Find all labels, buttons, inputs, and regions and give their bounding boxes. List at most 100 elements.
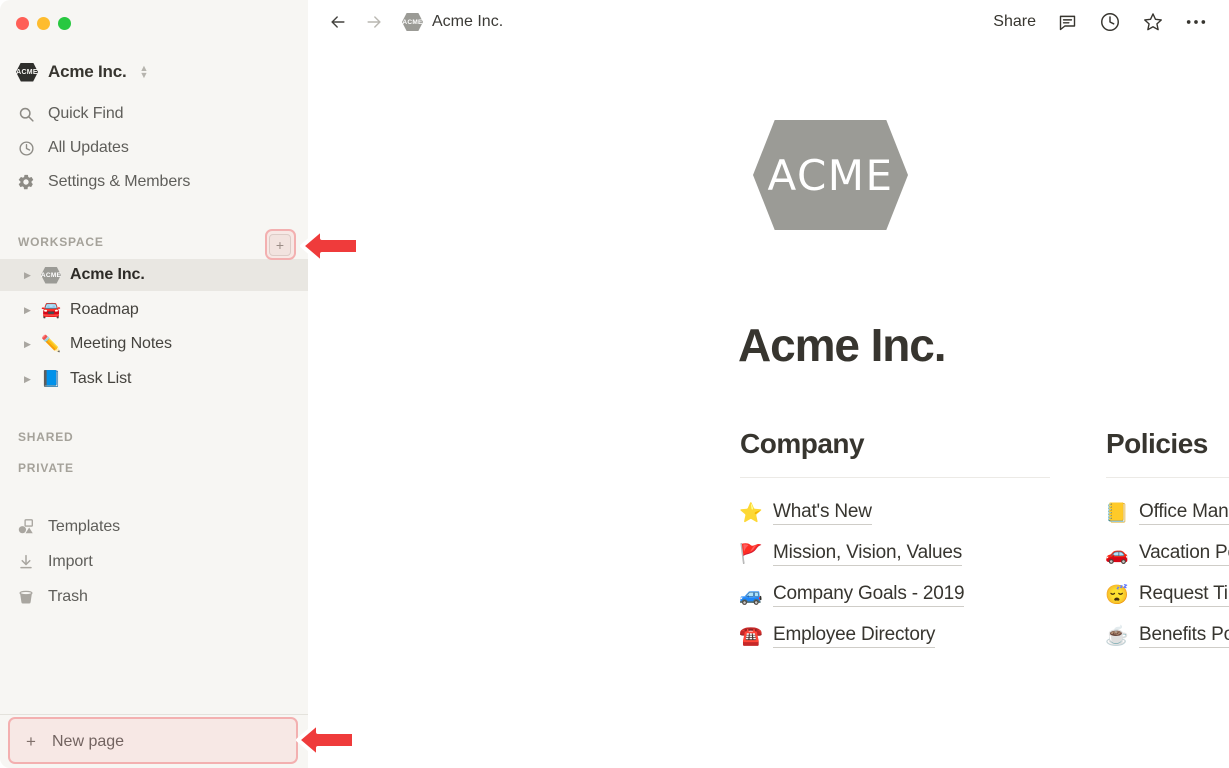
page-emoji-icon: 🚗 [1105, 543, 1129, 565]
section-heading-private: PRIVATE [18, 461, 74, 475]
breadcrumb[interactable]: ACME Acme Inc. [402, 13, 503, 31]
acme-logo-icon: ACME [16, 62, 38, 82]
sidebar-item-acme-inc[interactable]: ▶ ACME Acme Inc. [0, 259, 308, 291]
page-link[interactable]: Request Time Off [1139, 583, 1229, 607]
sidebar-item-settings-members[interactable]: Settings & Members [16, 167, 292, 197]
sidebar-item-all-updates[interactable]: All Updates [16, 133, 292, 163]
page-title: Acme Inc. [738, 319, 947, 371]
page-emoji-icon: 🚙 [739, 584, 763, 606]
sidebar-item-label: Settings & Members [48, 173, 191, 190]
more-options-icon[interactable] [1185, 18, 1207, 26]
acme-logo-text: ACME [767, 150, 894, 200]
sidebar-item-roadmap[interactable]: ▶ 🚘 Roadmap [0, 294, 308, 326]
section-heading-shared: SHARED [18, 430, 74, 444]
sidebar-item-task-list[interactable]: ▶ 📘 Task List [0, 363, 308, 395]
templates-icon [16, 517, 36, 537]
breadcrumb-title: Acme Inc. [432, 13, 504, 30]
page-link[interactable]: Benefits Policies [1139, 624, 1229, 648]
plus-icon: + [26, 732, 36, 751]
clock-icon [16, 138, 36, 158]
link-list: ⭐ What's New 🚩 Mission, Vision, Values 🚙… [739, 492, 1050, 656]
list-item[interactable]: 🚙 Company Goals - 2019 [739, 574, 1050, 615]
page-emoji-icon: 😴 [1105, 584, 1129, 606]
acme-logo-text: ACME [16, 68, 38, 76]
share-button[interactable]: Share [993, 13, 1036, 31]
sidebar-item-label: All Updates [48, 139, 129, 156]
page-emoji-icon: ⭐ [739, 502, 763, 524]
updown-chevron-icon: ▲ ▼ [139, 63, 149, 80]
import-download-icon [16, 552, 36, 572]
sidebar-item-templates[interactable]: Templates [16, 512, 292, 542]
workspace-switcher[interactable]: ACME Acme Inc. ▲ ▼ [16, 57, 286, 87]
page-emoji-icon: ☎️ [739, 625, 763, 647]
list-item[interactable]: ☎️ Employee Directory [739, 615, 1050, 656]
sidebar-item-trash[interactable]: Trash [16, 582, 292, 612]
heading-divider [740, 477, 1050, 478]
sidebar: ACME Acme Inc. ▲ ▼ Quick Find All Updates [0, 0, 308, 768]
trash-icon [16, 587, 36, 607]
section-heading-workspace: WORKSPACE [18, 235, 104, 249]
toolbar-left-group: ACME Acme Inc. [328, 12, 503, 32]
page-link[interactable]: Employee Directory [773, 624, 935, 648]
page-emoji-icon: 🚩 [739, 543, 763, 565]
sidebar-item-label: Templates [48, 518, 121, 535]
list-item[interactable]: 😴 Request Time Off [1105, 574, 1229, 615]
page-link[interactable]: What's New [773, 501, 872, 525]
expand-triangle-icon[interactable]: ▶ [24, 270, 40, 281]
window-traffic-lights [16, 17, 71, 30]
column-heading: Policies [1106, 428, 1208, 459]
acme-logo-icon: ACME [40, 266, 62, 284]
expand-triangle-icon[interactable]: ▶ [24, 374, 40, 385]
new-page-button[interactable]: + New page [0, 715, 308, 768]
acme-logo-text: ACME [402, 18, 423, 26]
expand-triangle-icon[interactable]: ▶ [24, 339, 40, 350]
back-arrow-icon[interactable] [328, 12, 348, 32]
sidebar-item-label: Quick Find [48, 105, 124, 122]
maximize-window-button[interactable] [58, 17, 71, 30]
close-window-button[interactable] [16, 17, 29, 30]
column-company: Company ⭐ What's New 🚩 Mission, Vision, … [739, 428, 1050, 656]
list-item[interactable]: ⭐ What's New [739, 492, 1050, 533]
page-emoji-icon: 🚘 [41, 302, 61, 319]
acme-logo-text: ACME [40, 271, 62, 279]
acme-logo-icon: ACME [402, 13, 423, 31]
heading-divider [1106, 477, 1229, 478]
page-link[interactable]: Company Goals - 2019 [773, 583, 965, 607]
app-window: ACME Acme Inc. ▲ ▼ Quick Find All Updates [0, 0, 1229, 768]
page-link[interactable]: Office Manual [1139, 501, 1229, 525]
top-toolbar: ACME Acme Inc. Share [308, 0, 1229, 50]
workspace-name: Acme Inc. [48, 62, 127, 81]
page-link[interactable]: Vacation Policy [1139, 542, 1229, 566]
expand-triangle-icon[interactable]: ▶ [24, 305, 40, 316]
comment-icon[interactable] [1057, 12, 1078, 33]
search-icon [16, 104, 36, 124]
list-item[interactable]: 🚩 Mission, Vision, Values [739, 533, 1050, 574]
page-emoji-icon: 📘 [41, 371, 61, 388]
sidebar-item-label: Import [48, 553, 93, 570]
list-item[interactable]: 🚗 Vacation Policy [1105, 533, 1229, 574]
sidebar-item-quick-find[interactable]: Quick Find [16, 99, 292, 129]
main-content: ACME Acme Inc. Share ACME Acme Inc. Comp… [308, 0, 1229, 768]
sidebar-item-meeting-notes[interactable]: ▶ ✏️ Meeting Notes [0, 328, 308, 360]
page-cover-logo: ACME [753, 120, 908, 230]
list-item[interactable]: 📒 Office Manual [1105, 492, 1229, 533]
column-policies: Policies 📒 Office Manual 🚗 Vacation Poli… [1105, 428, 1229, 656]
add-page-button[interactable]: + [266, 231, 294, 259]
list-item[interactable]: ☕ Benefits Policies [1105, 615, 1229, 656]
minimize-window-button[interactable] [37, 17, 50, 30]
sidebar-page-label: Meeting Notes [70, 335, 172, 352]
sidebar-page-label: Roadmap [70, 301, 139, 318]
sidebar-page-label: Acme Inc. [70, 266, 145, 283]
favorite-star-icon[interactable] [1142, 11, 1164, 33]
page-emoji-icon: ✏️ [41, 336, 61, 353]
history-clock-icon[interactable] [1099, 11, 1121, 33]
page-link[interactable]: Mission, Vision, Values [773, 542, 962, 566]
sidebar-item-import[interactable]: Import [16, 547, 292, 577]
sidebar-page-label: Task List [70, 370, 132, 387]
gear-icon [16, 172, 36, 192]
column-heading: Company [740, 428, 865, 459]
sidebar-item-label: Trash [48, 588, 88, 605]
page-emoji-icon: ☕ [1105, 625, 1129, 647]
forward-arrow-icon[interactable] [364, 12, 384, 32]
toolbar-right-group: Share [993, 11, 1207, 33]
